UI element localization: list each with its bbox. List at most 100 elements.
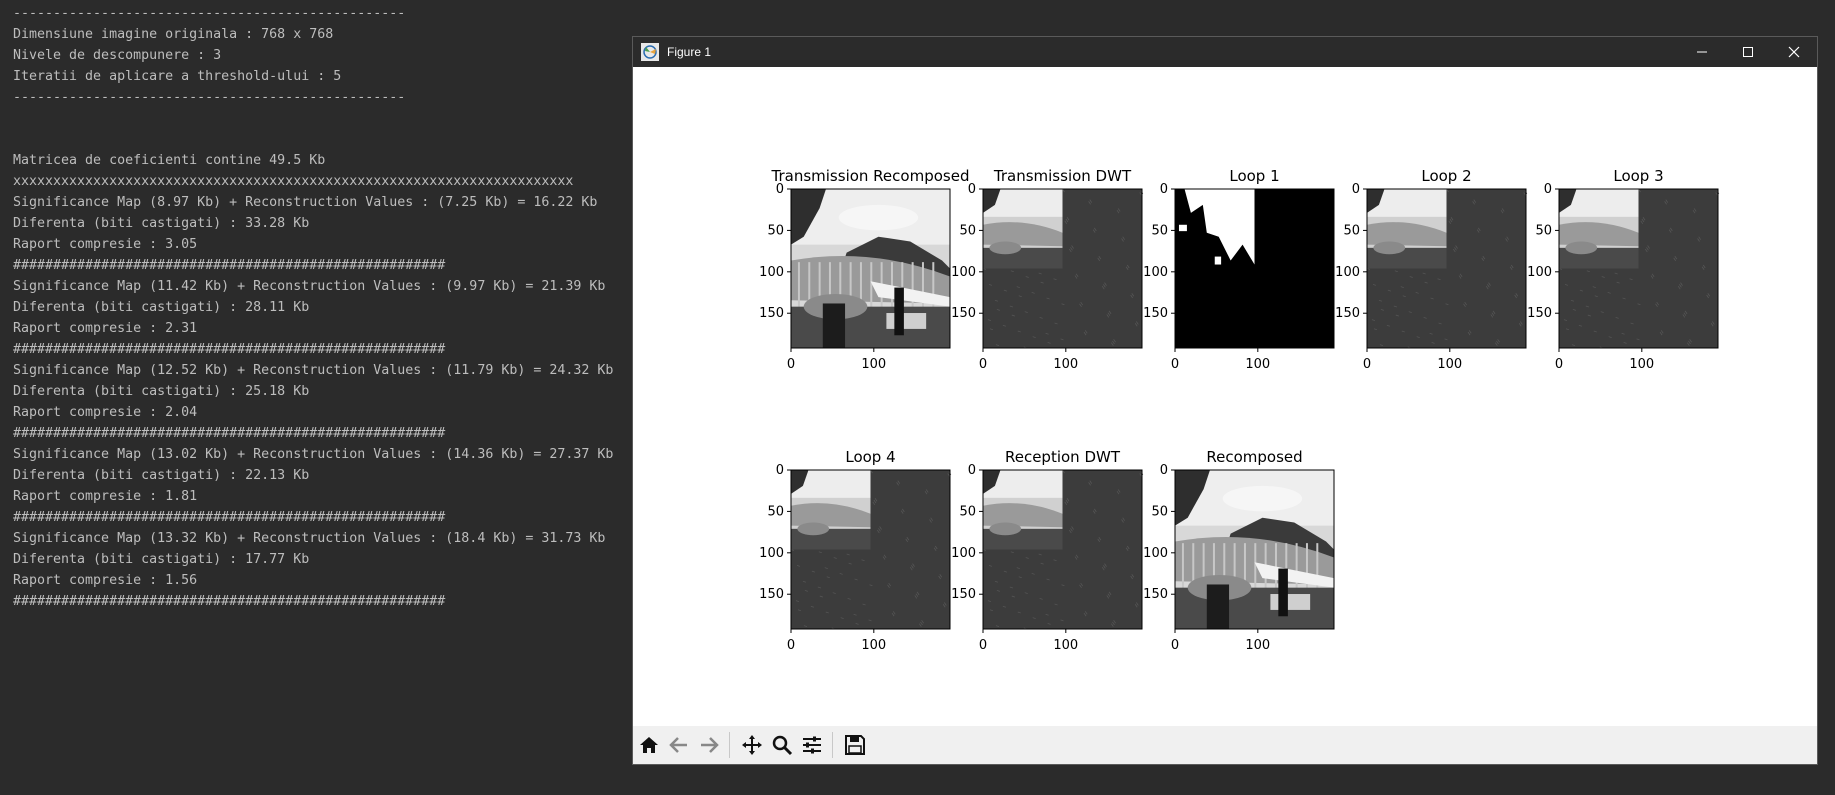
matplotlib-app-icon (641, 43, 659, 61)
x-tick-label: 0 (1363, 357, 1371, 372)
console-line: ########################################… (13, 342, 446, 357)
save-button[interactable] (841, 731, 869, 759)
y-tick-label: 100 (759, 546, 784, 561)
x-tick-label: 100 (1629, 357, 1654, 372)
y-tick-label: 100 (951, 546, 976, 561)
x-tick-label: 0 (1171, 357, 1179, 372)
maximize-button[interactable] (1725, 37, 1771, 67)
subplot-loop-2: Loop 2 0 50 100 150 0 100 (1335, 167, 1528, 372)
subplot-title: Loop 4 (845, 448, 895, 466)
minimize-icon (1697, 51, 1707, 53)
y-tick-label: 100 (1143, 265, 1168, 280)
console-line: ########################################… (13, 426, 446, 441)
y-tick-label: 50 (767, 223, 784, 238)
y-tick-label: 100 (759, 265, 784, 280)
x-tick-label: 0 (979, 638, 987, 653)
console-line: ----------------------------------------… (13, 90, 406, 105)
forward-button[interactable] (695, 731, 723, 759)
console-line: Raport compresie : 1.56 (13, 573, 198, 588)
title-bar[interactable]: Figure 1 (633, 37, 1817, 67)
console-line: Significance Map (12.52 Kb) + Reconstruc… (13, 363, 614, 378)
y-tick-label: 50 (1151, 504, 1168, 519)
y-tick-label: 0 (776, 182, 784, 197)
y-tick-label: 0 (1352, 182, 1360, 197)
y-tick-label: 150 (1143, 306, 1168, 321)
x-tick-label: 100 (1245, 357, 1270, 372)
console-line: ----------------------------------------… (13, 6, 406, 21)
toolbar-separator (729, 732, 730, 758)
subplot-recomposed: Recomposed 0 50 100 150 0 100 (1143, 448, 1335, 653)
console-line: xxxxxxxxxxxxxxxxxxxxxxxxxxxxxxxxxxxxxxxx… (13, 174, 574, 189)
navigation-toolbar (633, 726, 1817, 764)
x-tick-label: 100 (861, 357, 886, 372)
y-tick-label: 0 (776, 463, 784, 478)
y-tick-label: 100 (1143, 546, 1168, 561)
subplot-transmission-dwt: Transmission DWT 0 50 100 150 0 100 (951, 167, 1144, 372)
window-title: Figure 1 (667, 45, 712, 59)
console-line: Significance Map (13.32 Kb) + Reconstruc… (13, 531, 606, 546)
y-tick-label: 150 (1335, 306, 1360, 321)
console-line: ########################################… (13, 510, 446, 525)
console-line: Diferenta (biti castigati) : 25.18 Kb (13, 384, 310, 399)
y-tick-label: 50 (959, 223, 976, 238)
console-line: Significance Map (13.02 Kb) + Reconstruc… (13, 447, 614, 462)
y-tick-label: 150 (759, 306, 784, 321)
subplot-title: Loop 2 (1421, 167, 1471, 185)
figure-window[interactable]: Figure 1 Transmission Recomposed 0 50 100 15… (632, 36, 1818, 765)
x-tick-label: 0 (979, 357, 987, 372)
configure-subplots-button[interactable] (798, 731, 826, 759)
pan-icon (742, 735, 762, 755)
back-arrow-icon (669, 737, 687, 753)
figure-canvas[interactable]: Transmission Recomposed 0 50 100 150 0 100 Tran… (633, 67, 1817, 725)
console-line: Significance Map (8.97 Kb) + Reconstruct… (13, 195, 598, 210)
y-tick-label: 100 (1335, 265, 1360, 280)
console-line: Nivele de descompunere : 3 (13, 48, 222, 63)
y-tick-label: 150 (951, 587, 976, 602)
y-tick-label: 100 (1527, 265, 1552, 280)
subplot-loop-3: Loop 3 0 50 100 150 0 100 (1527, 167, 1720, 372)
console-line: Raport compresie : 1.81 (13, 489, 198, 504)
console-line: ########################################… (13, 258, 446, 273)
y-tick-label: 0 (968, 463, 976, 478)
y-tick-label: 50 (959, 504, 976, 519)
subplot-transmission-recomposed: Transmission Recomposed0501001500 100 (759, 167, 969, 372)
console-line: Diferenta (biti castigati) : 28.11 Kb (13, 300, 310, 315)
subplot-title: Reception DWT (1005, 448, 1121, 466)
y-tick-label: 150 (951, 306, 976, 321)
console-line: Diferenta (biti castigati) : 22.13 Kb (13, 468, 310, 483)
console-line: Raport compresie : 3.05 (13, 237, 198, 252)
subplot-loop-1: Loop 1 0 50 100 150 0 100 (1143, 167, 1335, 372)
close-button[interactable] (1771, 37, 1817, 67)
close-icon (1788, 46, 1800, 58)
x-tick-label: 100 (861, 638, 886, 653)
x-tick-label: 0 (787, 357, 795, 372)
back-button[interactable] (665, 731, 693, 759)
subplot-loop-4: Loop 4 0 50 100 150 0 100 (759, 448, 952, 653)
home-button[interactable] (635, 731, 663, 759)
subplot-title: Loop 3 (1613, 167, 1663, 185)
console-line: Diferenta (biti castigati) : 17.77 Kb (13, 552, 310, 567)
subplot-title: Transmission DWT (993, 167, 1132, 185)
console-output: ----------------------------------------… (13, 3, 633, 612)
y-tick-label: 150 (759, 587, 784, 602)
subplot-title: Loop 1 (1229, 167, 1279, 185)
y-tick-label: 50 (1343, 223, 1360, 238)
y-tick-label: 0 (1160, 463, 1168, 478)
x-tick-label: 0 (787, 638, 795, 653)
forward-arrow-icon (701, 737, 719, 753)
console-line: ########################################… (13, 594, 446, 609)
minimize-button[interactable] (1679, 37, 1725, 67)
y-tick-label: 50 (767, 504, 784, 519)
maximize-icon (1743, 47, 1753, 57)
x-tick-label: 100 (1053, 638, 1078, 653)
x-tick-label: 0 (1171, 638, 1179, 653)
home-icon (640, 737, 658, 753)
zoom-button[interactable] (768, 731, 796, 759)
pan-button[interactable] (738, 731, 766, 759)
y-tick-label: 150 (1143, 587, 1168, 602)
console-line: Matricea de coeficienti contine 49.5 Kb (13, 153, 326, 168)
y-tick-label: 50 (1535, 223, 1552, 238)
console-line: Dimensiune imagine originala : 768 x 768 (13, 27, 334, 42)
